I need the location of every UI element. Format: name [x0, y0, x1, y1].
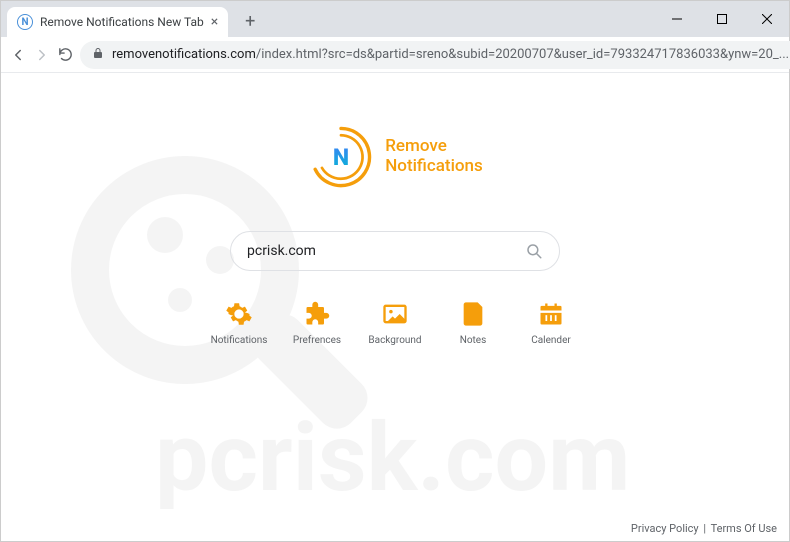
tab-favicon-icon: N — [17, 14, 33, 30]
browser-window: N Remove Notifications New Tab × + — [0, 0, 790, 542]
logo-text-line1: Remove — [385, 137, 483, 157]
search-icon[interactable] — [525, 242, 543, 260]
logo-text: Remove Notifications — [385, 137, 483, 176]
footer-separator: | — [703, 522, 706, 535]
browser-tab[interactable]: N Remove Notifications New Tab × — [7, 7, 228, 37]
window-controls — [654, 1, 789, 37]
puzzle-icon — [302, 299, 332, 329]
new-tab-button[interactable]: + — [238, 11, 262, 32]
minimize-button[interactable] — [654, 4, 699, 34]
shortcut-prefrences[interactable]: Prefrences — [287, 299, 347, 346]
reload-button[interactable] — [57, 42, 74, 68]
close-window-button[interactable] — [744, 4, 789, 34]
search-input[interactable] — [247, 243, 525, 259]
url-path: /index.html?src=ds&partid=sreno&subid=20… — [256, 47, 789, 62]
maximize-button[interactable] — [699, 4, 744, 34]
search-box[interactable] — [230, 231, 560, 271]
tab-bar: N Remove Notifications New Tab × + — [1, 1, 789, 37]
site-logo: N Remove Notifications — [307, 123, 483, 191]
main-content: N Remove Notifications — [1, 73, 789, 346]
shortcuts-row: Notifications Prefrences Background — [209, 299, 581, 346]
forward-button[interactable] — [33, 42, 51, 68]
url-text: removenotifications.com/index.html?src=d… — [112, 47, 789, 62]
logo-mark-icon: N — [307, 123, 375, 191]
privacy-link[interactable]: Privacy Policy — [631, 522, 699, 535]
address-bar[interactable]: removenotifications.com/index.html?src=d… — [80, 41, 790, 69]
terms-link[interactable]: Terms Of Use — [711, 522, 777, 535]
logo-text-line2: Notifications — [385, 157, 483, 177]
browser-toolbar: removenotifications.com/index.html?src=d… — [1, 37, 789, 73]
url-domain: removenotifications.com — [112, 47, 256, 62]
image-icon — [380, 299, 410, 329]
gear-icon — [224, 299, 254, 329]
lock-icon — [92, 47, 104, 62]
shortcut-label: Notes — [460, 335, 487, 346]
calendar-icon — [536, 299, 566, 329]
shortcut-label: Background — [368, 335, 421, 346]
shortcut-label: Calender — [531, 335, 571, 346]
svg-text:pcrisk.com: pcrisk.com — [155, 403, 630, 514]
shortcut-label: Notifications — [211, 335, 268, 346]
shortcut-background[interactable]: Background — [365, 299, 425, 346]
shortcut-notes[interactable]: Notes — [443, 299, 503, 346]
shortcut-calender[interactable]: Calender — [521, 299, 581, 346]
back-button[interactable] — [9, 42, 27, 68]
notes-icon — [458, 299, 488, 329]
shortcut-label: Prefrences — [293, 335, 341, 346]
close-tab-icon[interactable]: × — [211, 14, 218, 30]
svg-text:N: N — [333, 144, 349, 171]
shortcut-notifications[interactable]: Notifications — [209, 299, 269, 346]
page-content: ​ pcrisk.com N — [1, 73, 789, 541]
tab-title: Remove Notifications New Tab — [40, 15, 204, 29]
footer-links: Privacy Policy | Terms Of Use — [631, 522, 777, 535]
